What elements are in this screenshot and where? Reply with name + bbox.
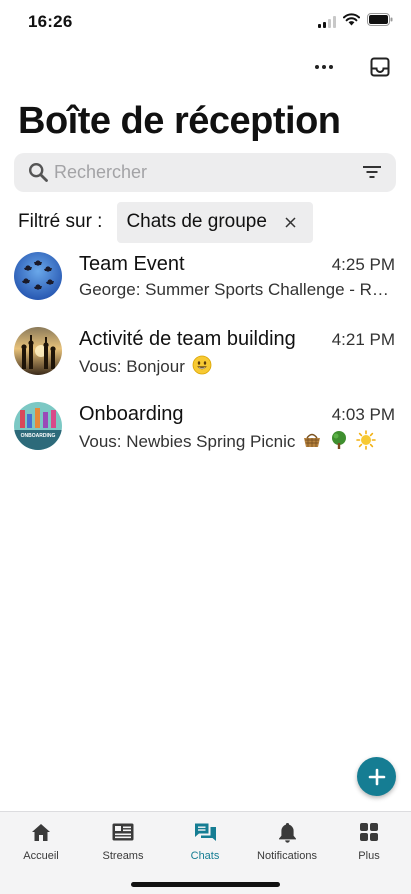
tab-label: Notifications bbox=[257, 850, 317, 862]
chat-name: Team Event bbox=[79, 253, 185, 275]
smiley-emoji-icon bbox=[192, 355, 211, 375]
close-icon bbox=[285, 216, 296, 228]
page-title: Boîte de réception bbox=[18, 100, 341, 142]
bell-icon bbox=[278, 820, 297, 844]
signal-icon bbox=[318, 16, 336, 28]
status-icons bbox=[318, 13, 393, 31]
chat-item-team-event[interactable]: Team Event 4:25 PM George: Summer Sports… bbox=[0, 250, 411, 325]
chat-preview: Vous: Newbies Spring Picnic bbox=[79, 432, 296, 451]
chat-preview: George: Summer Sports Challenge - Remind… bbox=[79, 280, 391, 299]
chat-preview-line: Vous: Newbies Spring Picnic bbox=[79, 430, 391, 452]
status-bar: 16:26 bbox=[0, 0, 411, 46]
avatar bbox=[14, 327, 62, 375]
new-chat-button[interactable] bbox=[357, 757, 396, 796]
filter-chip[interactable]: Chats de groupe bbox=[117, 201, 313, 243]
remove-filter-button[interactable] bbox=[283, 214, 299, 230]
tab-accueil[interactable]: Accueil bbox=[0, 812, 82, 868]
sun-emoji-icon bbox=[355, 430, 376, 450]
avatar: ONBOARDING bbox=[14, 402, 62, 450]
status-time: 16:26 bbox=[28, 12, 73, 31]
tab-label: Plus bbox=[358, 850, 380, 862]
chat-time: 4:03 PM bbox=[331, 405, 395, 424]
search-icon bbox=[28, 162, 49, 188]
streams-icon bbox=[112, 820, 134, 844]
search-bar[interactable] bbox=[14, 153, 396, 192]
chat-item-team-building[interactable]: Activité de team building 4:21 PM Vous: … bbox=[0, 325, 411, 400]
top-actions bbox=[309, 52, 395, 82]
search-input[interactable] bbox=[54, 153, 344, 192]
inbox-tray-button[interactable] bbox=[365, 52, 395, 82]
grid-icon bbox=[359, 820, 379, 844]
filter-row: Filtré sur : Chats de groupe bbox=[18, 201, 313, 243]
plus-icon bbox=[368, 768, 385, 785]
svg-text:ONBOARDING: ONBOARDING bbox=[21, 433, 56, 439]
filter-chip-label: Chats de groupe bbox=[126, 211, 267, 232]
tab-streams[interactable]: Streams bbox=[82, 812, 164, 868]
inbox-tray-icon bbox=[370, 57, 390, 77]
chat-name: Onboarding bbox=[79, 403, 184, 425]
battery-icon bbox=[367, 13, 393, 31]
wifi-icon bbox=[343, 13, 360, 31]
tab-label: Streams bbox=[102, 850, 144, 862]
basket-emoji-icon bbox=[304, 433, 321, 447]
home-indicator[interactable] bbox=[131, 882, 280, 887]
tab-chats[interactable]: Chats bbox=[164, 812, 246, 868]
more-horizontal-icon bbox=[315, 65, 333, 69]
chat-item-onboarding[interactable]: ONBOARDING Onboarding 4:03 PM Vous: Newb… bbox=[0, 400, 411, 475]
filter-sort-button[interactable] bbox=[362, 162, 382, 187]
home-icon bbox=[31, 820, 51, 844]
filter-lines-icon bbox=[363, 166, 381, 178]
tab-plus[interactable]: Plus bbox=[328, 812, 410, 868]
chat-preview-line: Vous: Bonjour bbox=[79, 355, 391, 377]
avatar bbox=[14, 252, 62, 300]
chats-icon bbox=[194, 820, 217, 844]
chat-list: Team Event 4:25 PM George: Summer Sports… bbox=[0, 250, 411, 475]
tree-emoji-icon bbox=[331, 431, 346, 449]
chat-time: 4:25 PM bbox=[331, 255, 395, 274]
tab-label: Accueil bbox=[23, 850, 59, 862]
tab-label: Chats bbox=[190, 850, 220, 862]
tab-bar: Accueil Streams Chats Notifications Plus bbox=[0, 811, 411, 894]
chat-time: 4:21 PM bbox=[331, 330, 395, 349]
tab-notifications[interactable]: Notifications bbox=[246, 812, 328, 868]
more-options-button[interactable] bbox=[309, 52, 339, 82]
filter-label: Filtré sur : bbox=[18, 211, 103, 232]
chat-preview: Vous: Bonjour bbox=[79, 357, 185, 376]
inbox-screen: 16:26 Boîte de réception Rechercher Filt… bbox=[0, 0, 411, 894]
chat-name: Activité de team building bbox=[79, 328, 296, 350]
